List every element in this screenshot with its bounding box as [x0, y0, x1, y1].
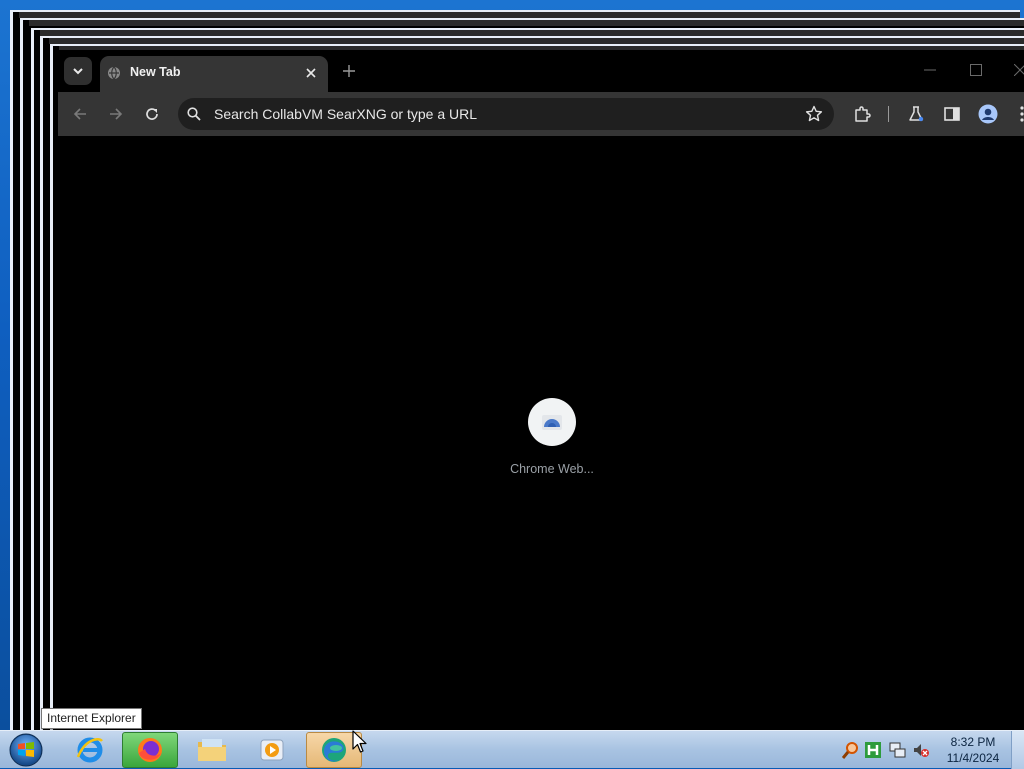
h-app-tray-icon[interactable] [864, 741, 882, 759]
arrow-right-icon [110, 108, 123, 120]
search-icon [186, 106, 202, 122]
taskbar-ie[interactable] [62, 732, 118, 768]
tab-strip: New Tab [58, 50, 1024, 92]
maximize-icon [970, 64, 982, 76]
browser-toolbar [58, 92, 1024, 136]
network-icon[interactable] [888, 741, 906, 759]
puzzle-icon [855, 106, 871, 122]
profile-button[interactable] [976, 102, 1000, 126]
minimize-icon [924, 69, 936, 71]
arrow-left-icon [73, 108, 86, 120]
mouse-cursor-icon [352, 730, 367, 753]
bookmark-star-icon[interactable] [804, 104, 824, 124]
shortcut-tile[interactable]: Chrome Web... [498, 398, 606, 488]
side-panel-button[interactable] [940, 102, 964, 126]
clock-time: 8:32 PM [950, 735, 996, 749]
close-tab-icon[interactable] [302, 64, 320, 82]
clock-date: 11/4/2024 [946, 751, 1000, 765]
new-tab-page: Chrome Web... [58, 136, 1024, 730]
omnibox[interactable] [178, 98, 834, 130]
forward-button[interactable] [104, 102, 128, 126]
media-player-icon [260, 739, 284, 761]
plus-icon [343, 65, 355, 77]
firefox-icon [138, 738, 162, 762]
extensions-button[interactable] [850, 102, 874, 126]
menu-button[interactable] [1010, 102, 1024, 126]
side-panel-icon [944, 107, 960, 121]
maximize-button[interactable] [964, 60, 988, 80]
chrome-web-store-icon [528, 398, 576, 446]
taskbar-media-player[interactable] [244, 732, 300, 768]
reload-icon [146, 108, 158, 120]
tab-new-tab[interactable]: New Tab [100, 56, 328, 92]
start-button[interactable] [6, 732, 46, 768]
close-window-button[interactable] [1008, 60, 1024, 80]
kebab-menu-icon [1020, 106, 1024, 122]
volume-muted-icon[interactable] [912, 741, 930, 759]
back-button[interactable] [68, 102, 92, 126]
windows-start-icon [9, 733, 43, 767]
flask-icon [909, 106, 924, 122]
system-tray [838, 731, 938, 769]
shortcut-label: Chrome Web... [510, 462, 594, 476]
taskbar-firefox[interactable] [122, 732, 178, 768]
minimize-button[interactable] [918, 60, 942, 80]
close-icon [1014, 64, 1024, 76]
new-tab-button[interactable] [338, 60, 360, 82]
reload-button[interactable] [140, 102, 164, 126]
taskbar: 8:32 PM 11/4/2024 [0, 730, 1024, 769]
globe-icon [106, 65, 122, 81]
desktop: New Tab Search CollabVM SearXNG or type … [0, 0, 1024, 730]
search-tray-icon[interactable] [842, 741, 860, 759]
avatar-icon [978, 104, 998, 124]
tooltip: Internet Explorer [41, 708, 142, 729]
chevron-down-icon [73, 68, 83, 75]
show-desktop-button[interactable] [1011, 731, 1024, 769]
ie-icon [76, 737, 103, 763]
omnibox-input[interactable] [214, 98, 774, 130]
labs-button[interactable] [904, 102, 928, 126]
edge-icon [322, 738, 346, 762]
folder-icon [198, 739, 226, 761]
taskbar-file-explorer[interactable] [184, 732, 240, 768]
toolbar-separator [888, 106, 889, 122]
chrome-window: New Tab Search CollabVM SearXNG or type … [58, 50, 1024, 730]
tab-search-button[interactable] [64, 57, 92, 85]
tab-title: New Tab [130, 65, 181, 79]
taskbar-clock[interactable]: 8:32 PM 11/4/2024 [934, 734, 1012, 766]
